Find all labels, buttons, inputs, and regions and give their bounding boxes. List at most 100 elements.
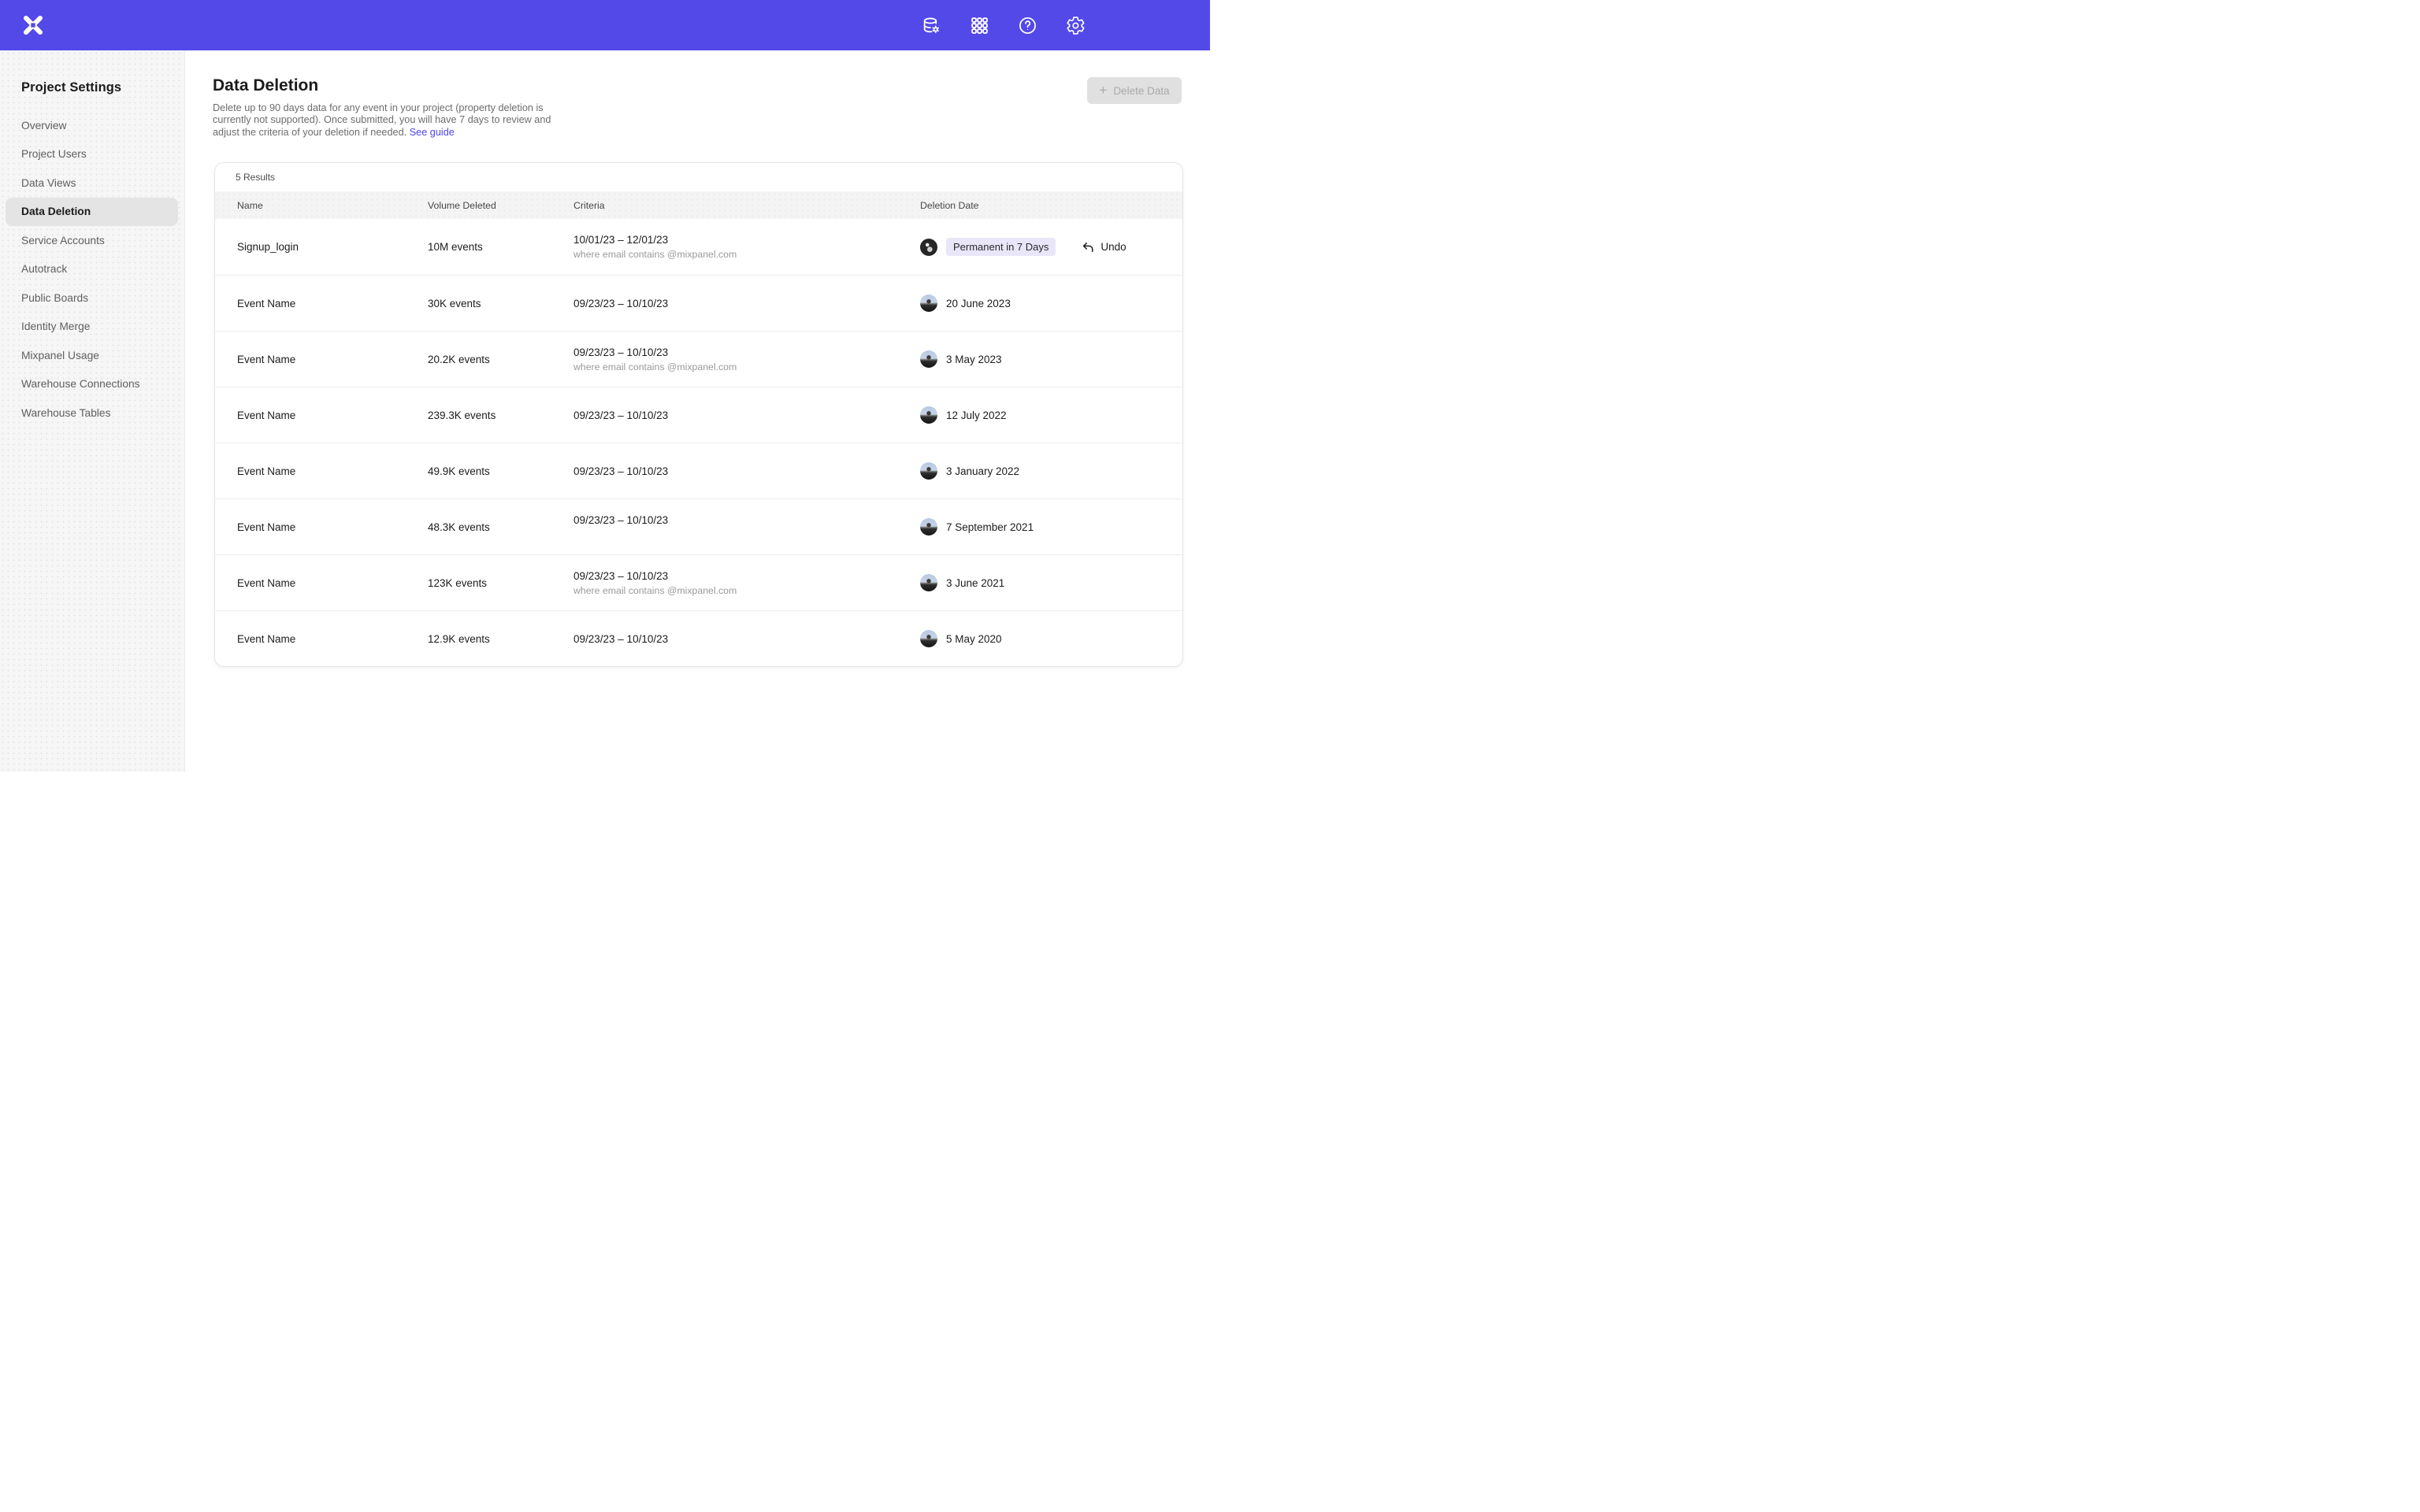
sidebar-item-autotrack[interactable]: Autotrack xyxy=(6,255,178,284)
sidebar-item-label: Project Users xyxy=(21,148,87,160)
main-content: Data Deletion Delete up to 90 days data … xyxy=(185,50,1210,772)
table-row: Event Name 30K events 09/23/23 – 10/10/2… xyxy=(215,275,1182,331)
row-deletion-date: 3 January 2022 xyxy=(920,462,1182,480)
page-title: Data Deletion xyxy=(213,76,318,95)
deletion-requests-card: 5 Results Name Volume Deleted Criteria D… xyxy=(214,162,1183,667)
row-criteria-filter: where email contains @mixpanel.com xyxy=(573,249,920,260)
settings-sidebar: Project Settings Overview Project Users … xyxy=(0,50,185,772)
row-volume-deleted: 48.3K events xyxy=(428,521,573,533)
row-event-name: Event Name xyxy=(237,577,428,589)
row-deletion-date: 5 May 2020 xyxy=(920,630,1182,647)
row-event-name: Event Name xyxy=(237,465,428,477)
settings-gear-icon[interactable] xyxy=(1066,16,1086,35)
column-header-volume-deleted: Volume Deleted xyxy=(428,200,573,211)
row-criteria-range: 09/23/23 – 10/10/23 xyxy=(573,633,920,645)
sidebar-item-data-views[interactable]: Data Views xyxy=(6,169,178,198)
deletion-date-label: 12 July 2022 xyxy=(946,410,1007,421)
avatar xyxy=(920,239,937,256)
deletion-date-label: 3 June 2021 xyxy=(946,577,1004,589)
sidebar-item-label: Data Views xyxy=(21,177,76,189)
avatar xyxy=(920,574,937,591)
sidebar-item-warehouse-tables[interactable]: Warehouse Tables xyxy=(6,398,178,428)
sidebar-item-identity-merge[interactable]: Identity Merge xyxy=(6,313,178,342)
sidebar-item-label: Service Accounts xyxy=(21,235,105,246)
row-criteria-range: 09/23/23 – 10/10/23 xyxy=(573,570,920,582)
sidebar-item-overview[interactable]: Overview xyxy=(6,111,178,140)
row-criteria-range: 09/23/23 – 10/10/23 xyxy=(573,514,920,526)
sidebar-item-label: Warehouse Connections xyxy=(21,378,140,390)
sidebar-item-data-deletion[interactable]: Data Deletion xyxy=(6,198,178,227)
row-criteria-range: 09/23/23 – 10/10/23 xyxy=(573,346,920,358)
row-volume-deleted: 10M events xyxy=(428,241,573,253)
table-body: Signup_login 10M events 10/01/23 – 12/01… xyxy=(215,219,1182,666)
see-guide-link[interactable]: See guide xyxy=(410,127,455,138)
sidebar-item-project-users[interactable]: Project Users xyxy=(6,140,178,169)
avatar xyxy=(920,406,937,424)
page-description: Delete up to 90 days data for any event … xyxy=(213,102,569,139)
table-row: Signup_login 10M events 10/01/23 – 12/01… xyxy=(215,219,1182,275)
row-event-name: Event Name xyxy=(237,410,428,421)
sidebar-item-label: Identity Merge xyxy=(21,321,90,332)
delete-data-button-label: Delete Data xyxy=(1113,85,1169,97)
table-row: Event Name 123K events 09/23/23 – 10/10/… xyxy=(215,554,1182,610)
row-event-name: Event Name xyxy=(237,521,428,533)
row-volume-deleted: 123K events xyxy=(428,577,573,589)
table-row: Event Name 239.3K events 09/23/23 – 10/1… xyxy=(215,387,1182,443)
sidebar-item-label: Public Boards xyxy=(21,292,88,304)
row-volume-deleted: 20.2K events xyxy=(428,354,573,365)
help-icon[interactable] xyxy=(1018,16,1037,35)
column-header-name: Name xyxy=(237,200,428,211)
row-criteria-filter: where email contains @mixpanel.com xyxy=(573,361,920,372)
apps-grid-icon[interactable] xyxy=(970,16,989,35)
sidebar-title: Project Settings xyxy=(21,80,184,95)
row-criteria: 09/23/23 – 10/10/23 where email contains… xyxy=(573,346,920,372)
row-criteria: 09/23/23 – 10/10/23 xyxy=(573,633,920,645)
table-row: Event Name 48.3K events 09/23/23 – 10/10… xyxy=(215,498,1182,554)
sidebar-item-warehouse-connections[interactable]: Warehouse Connections xyxy=(6,370,178,399)
page-description-text: Delete up to 90 days data for any event … xyxy=(213,102,551,138)
row-criteria: 09/23/23 – 10/10/23 xyxy=(573,298,920,309)
deletion-date-label: 3 May 2023 xyxy=(946,354,1002,365)
row-criteria-filter: where email contains @mixpanel.com xyxy=(573,585,920,596)
row-volume-deleted: 239.3K events xyxy=(428,410,573,421)
deletion-date-label: 5 May 2020 xyxy=(946,633,1002,645)
deletion-date-label: 20 June 2023 xyxy=(946,298,1011,309)
row-criteria-range: 09/23/23 – 10/10/23 xyxy=(573,465,920,477)
table-row: Event Name 49.9K events 09/23/23 – 10/10… xyxy=(215,443,1182,498)
sidebar-item-service-accounts[interactable]: Service Accounts xyxy=(6,226,178,255)
mixpanel-logo-icon[interactable] xyxy=(22,14,44,36)
column-header-deletion-date: Deletion Date xyxy=(920,200,1182,211)
row-event-name: Event Name xyxy=(237,633,428,645)
avatar xyxy=(920,350,937,368)
undo-button[interactable]: Undo xyxy=(1082,241,1126,254)
undo-icon xyxy=(1082,241,1094,254)
row-criteria-range: 09/23/23 – 10/10/23 xyxy=(573,298,920,309)
results-count: 5 Results xyxy=(215,163,1182,191)
topbar-icon-group xyxy=(922,0,1086,50)
row-deletion-date: 7 September 2021 xyxy=(920,518,1182,536)
sidebar-items: Overview Project Users Data Views Data D… xyxy=(0,111,184,428)
sidebar-item-mixpanel-usage[interactable]: Mixpanel Usage xyxy=(6,341,178,370)
avatar xyxy=(920,462,937,480)
data-settings-icon[interactable] xyxy=(922,16,941,35)
sidebar-item-label: Autotrack xyxy=(21,263,67,275)
row-volume-deleted: 30K events xyxy=(428,298,573,309)
row-criteria-range: 09/23/23 – 10/10/23 xyxy=(573,410,920,421)
row-event-name: Event Name xyxy=(237,354,428,365)
undo-label: Undo xyxy=(1101,241,1126,253)
top-navigation-bar xyxy=(0,0,1210,50)
row-deletion-date: 20 June 2023 xyxy=(920,295,1182,312)
avatar xyxy=(920,295,937,312)
plus-icon: + xyxy=(1099,83,1107,97)
row-criteria: 09/23/23 – 10/10/23 xyxy=(573,410,920,421)
delete-data-button[interactable]: + Delete Data xyxy=(1087,77,1182,104)
row-deletion-date: 3 June 2021 xyxy=(920,574,1182,591)
sidebar-item-label: Overview xyxy=(21,120,67,132)
row-criteria: 09/23/23 – 10/10/23 where email contains… xyxy=(573,570,920,596)
row-volume-deleted: 12.9K events xyxy=(428,633,573,645)
row-event-name: Event Name xyxy=(237,298,428,309)
sidebar-item-public-boards[interactable]: Public Boards xyxy=(6,284,178,313)
sidebar-item-label: Mixpanel Usage xyxy=(21,350,99,361)
deletion-status-badge: Permanent in 7 Days xyxy=(946,238,1056,256)
sidebar-item-label: Warehouse Tables xyxy=(21,407,111,419)
